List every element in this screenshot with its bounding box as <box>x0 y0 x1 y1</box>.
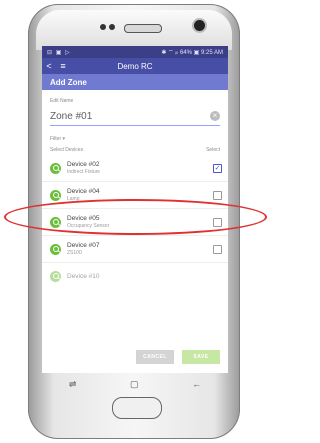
device-name: Device #07 <box>67 242 100 249</box>
app-bar: < ≡ Demo RC <box>42 58 228 74</box>
device-type: ZS100 <box>67 250 82 256</box>
recent-apps-icon[interactable]: ⇌ <box>69 379 77 390</box>
device-type: Indirect Fixture <box>67 169 101 175</box>
notification-icons: ⊟ ▣ ▷ <box>47 49 71 56</box>
device-name: Device #10 <box>67 272 100 280</box>
zone-name-input[interactable]: Zone #01 <box>50 111 210 122</box>
search-icon <box>50 189 61 201</box>
save-button[interactable]: SAVE <box>182 350 220 364</box>
cancel-button[interactable]: CANCEL <box>136 350 174 364</box>
dialog-footer: CANCEL SAVE <box>42 341 228 373</box>
select-column-label: Select <box>206 147 220 153</box>
highlight-ellipse <box>4 199 267 235</box>
device-name: Device #02 <box>67 161 100 168</box>
status-right: ✱ ⌔ ᵢₗₗ 64% ▣ 9:25 AM <box>161 50 223 56</box>
phone-top-bezel <box>36 10 232 50</box>
edit-name-label: Edit Name <box>50 98 74 104</box>
camera-dot-icon <box>100 24 106 30</box>
camera-dot-icon <box>109 24 115 30</box>
device-checkbox[interactable]: ✓ <box>213 163 222 173</box>
android-nav-bar: ⇌ ▢ ← <box>42 375 228 393</box>
zone-name-field[interactable]: Zone #01 × <box>50 107 220 126</box>
search-icon <box>50 243 61 255</box>
list-item[interactable]: Device #10 <box>42 263 228 289</box>
filter-dropdown[interactable]: Filter ▾ <box>42 126 228 142</box>
clear-icon[interactable]: × <box>210 111 220 121</box>
menu-icon[interactable]: ≡ <box>56 61 70 71</box>
front-camera-icon <box>194 20 205 31</box>
device-checkbox[interactable] <box>213 190 222 200</box>
search-icon <box>50 162 61 174</box>
list-item[interactable]: Device #02 Indirect Fixture ✓ <box>42 155 228 182</box>
device-checkbox[interactable] <box>213 244 222 254</box>
back-icon[interactable]: < <box>42 61 56 71</box>
home-icon[interactable]: ▢ <box>130 379 139 390</box>
list-header: Select Devices Select <box>42 142 228 155</box>
list-item[interactable]: Device #07 ZS100 <box>42 236 228 263</box>
speaker-grille <box>124 24 162 33</box>
page-title: Add Zone <box>42 74 228 90</box>
status-bar: ⊟ ▣ ▷ ✱ ⌔ ᵢₗₗ 64% ▣ 9:25 AM <box>42 46 228 58</box>
select-devices-label: Select Devices <box>50 147 84 153</box>
back-arrow-icon[interactable]: ← <box>192 379 201 389</box>
physical-home-button[interactable] <box>112 397 162 419</box>
search-icon <box>50 270 61 282</box>
device-name: Device #04 <box>67 188 100 195</box>
